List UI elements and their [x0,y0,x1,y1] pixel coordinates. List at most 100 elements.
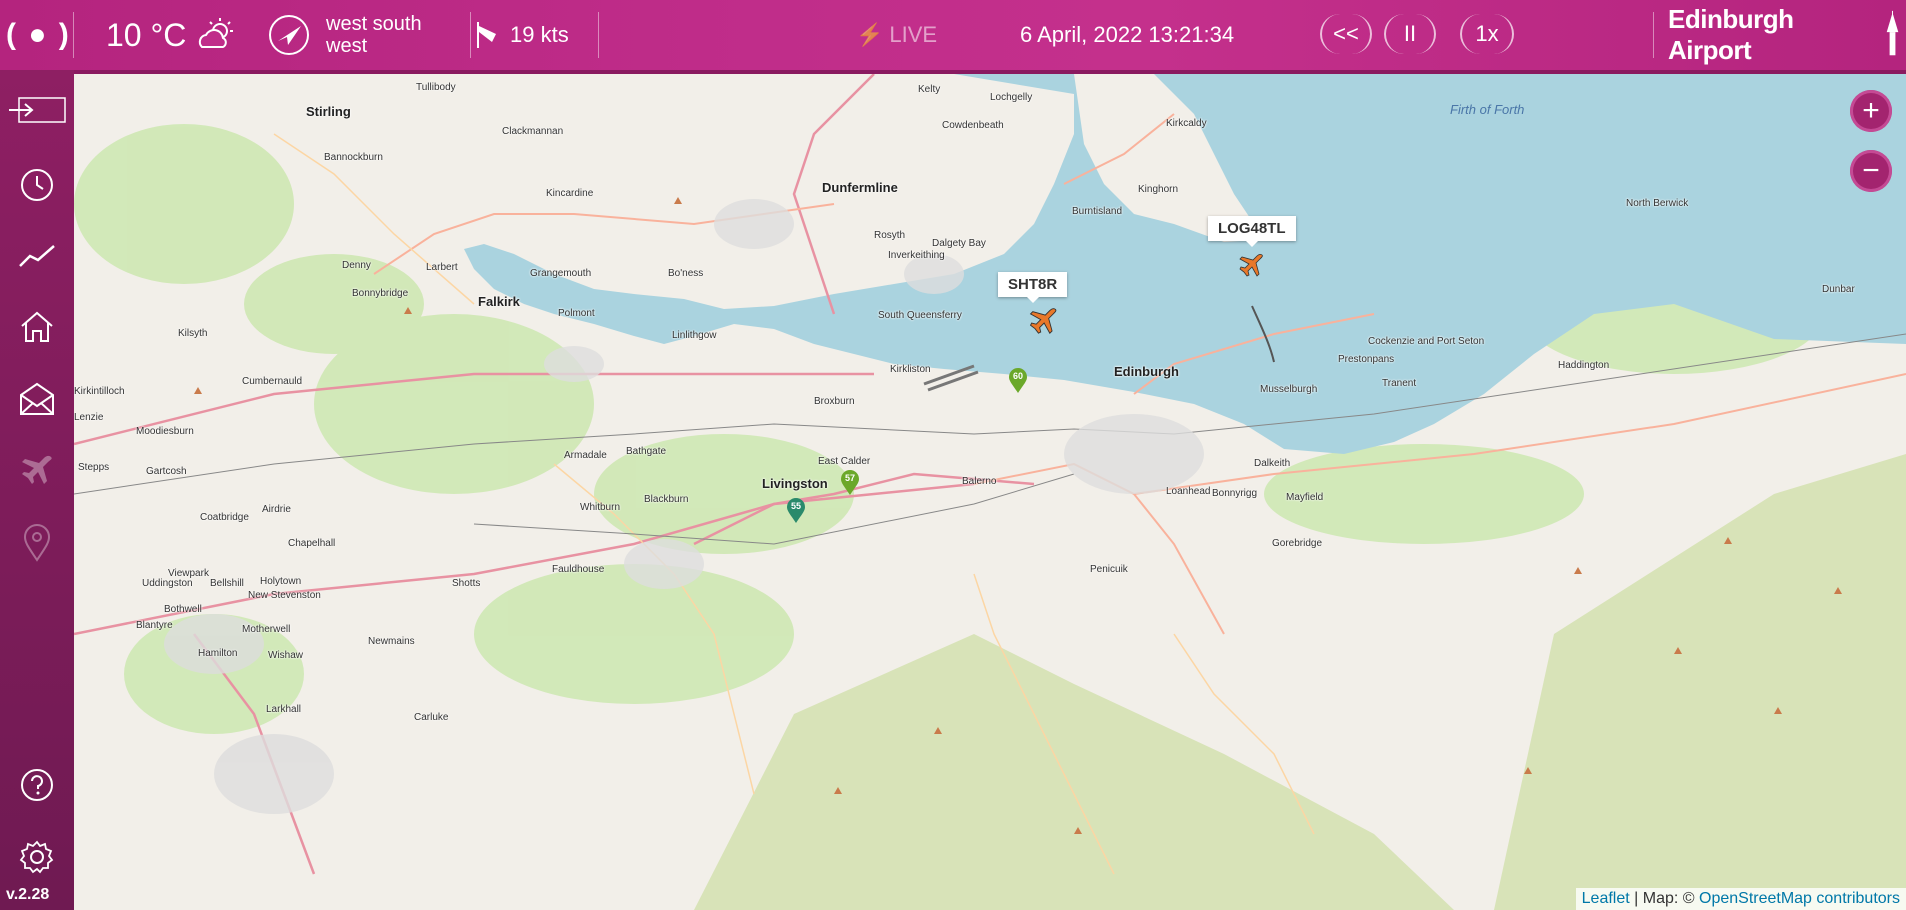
leaflet-link[interactable]: Leaflet [1582,890,1630,907]
map-attribution: Leaflet | Map: © OpenStreetMap contribut… [1575,888,1906,910]
place-label: Chapelhall [288,538,336,549]
place-label: Motherwell [242,624,291,635]
settings-button[interactable] [0,830,74,884]
place-label: Livingston [762,476,828,491]
attribution-separator: | Map: © [1629,890,1699,907]
playback-speed-button[interactable]: 1x [1460,14,1514,54]
place-label: Stepps [78,462,110,473]
divider [470,12,471,58]
map-view[interactable]: Firth of Forth Tullibody Stirling Kelty Loc… [74,74,1906,910]
history-button[interactable] [0,158,74,212]
place-label: Dalgety Bay [932,238,986,249]
place-label: Penicuik [1090,564,1128,575]
wind-direction-icon [268,0,310,70]
wind-speed: 19 kts [510,22,569,47]
help-button[interactable] [0,758,74,812]
place-label: North Berwick [1626,198,1689,209]
aircraft-icon[interactable] [1026,306,1060,340]
live-status-icon: ( ● ) [6,18,71,51]
place-label: Whitburn [580,502,621,513]
place-label: Fauldhouse [552,564,605,575]
pin-label: 55 [790,501,801,511]
live-label: LIVE [889,22,938,47]
location-button[interactable] [0,516,74,570]
noise-monitor-pin[interactable]: 57 [840,470,860,496]
place-label: Kirkintilloch [74,386,125,397]
place-label: Mayfield [1286,492,1324,503]
place-label: Dunbar [1822,284,1855,295]
place-label: Cowdenbeath [942,120,1004,131]
place-label: Lochgelly [990,92,1033,103]
place-label: Bonnybridge [352,288,409,299]
current-datetime: 6 April, 2022 13:21:34 [1020,22,1235,47]
zoom-out-button[interactable]: − [1850,150,1892,192]
flights-button[interactable] [0,444,74,498]
place-label: Clackmannan [502,126,564,137]
live-indicator[interactable]: ⚡ LIVE [856,0,937,70]
place-label: Gorebridge [1272,538,1323,549]
place-label: Newmains [368,636,415,647]
pin-label: 60 [1012,371,1023,381]
place-label: Kinghorn [1138,184,1179,195]
place-label: Haddington [1558,360,1610,371]
place-label: Bonnyrigg [1212,488,1258,499]
trends-button[interactable] [0,228,74,282]
place-label: Hamilton [198,648,238,659]
place-label: Shotts [452,578,481,589]
place-label: Linlithgow [672,330,717,341]
mail-button[interactable] [0,372,74,426]
place-label: Musselburgh [1260,384,1318,395]
place-label: Wishaw [268,650,304,661]
wind-direction-line2: west [326,35,368,57]
pin-label: 57 [844,473,855,483]
place-label: Bannockburn [324,152,383,163]
place-label: East Calder [818,456,871,467]
place-label: Kelty [918,84,941,95]
place-label: Coatbridge [200,512,249,523]
aircraft-icon[interactable] [1236,252,1266,282]
noise-monitor-pin[interactable]: 55 [786,498,806,524]
zoom-in-button[interactable]: + [1850,90,1892,132]
place-label: Airdrie [262,504,291,515]
osm-link[interactable]: OpenStreetMap contributors [1699,890,1900,907]
place-label: Tranent [1382,378,1417,389]
place-label: Dalkeith [1254,458,1291,469]
top-bar: ( ● ) 10 °C west south west 19 kts ⚡ LIV… [0,0,1906,74]
noise-monitor-pin[interactable]: 60 [1008,368,1028,394]
place-label: New Stevenston [248,590,321,601]
location-pin-icon [23,524,51,562]
home-button[interactable] [0,300,74,354]
place-label: Balerno [962,476,997,487]
app-version: v.2.28 [6,886,50,903]
place-label: Larkhall [266,704,302,715]
flight-label-sht8r[interactable]: SHT8R [998,272,1068,303]
home-icon [21,311,53,342]
place-label: Lenzie [74,412,104,423]
playback-speed-label: 1x [1475,21,1499,46]
flight-label-log48tl[interactable]: LOG48TL [1208,216,1296,247]
place-label: Prestonpans [1338,354,1395,365]
place-label: Bothwell [164,604,202,615]
place-label: Edinburgh [1114,364,1179,379]
pause-icon: II [1403,21,1417,46]
flights-plane-icon [22,455,52,484]
place-label: Blantyre [136,620,173,631]
place-label: Loanhead [1166,486,1211,497]
place-label: Dunfermline [822,180,898,195]
place-label: Stirling [306,104,351,119]
place-label: Denny [342,260,371,271]
place-label: Cockenzie and Port Seton [1368,336,1485,347]
place-label: Kirkliston [890,364,931,375]
login-button[interactable] [0,83,74,137]
rewind-button[interactable]: << [1320,14,1372,54]
place-label: Carluke [414,712,449,723]
place-label: Inverkeithing [888,250,945,261]
place-label: Tullibody [416,82,456,93]
place-label: Uddingston [142,578,193,589]
water-label: Firth of Forth [1450,102,1525,117]
pause-button[interactable]: II [1384,14,1436,54]
place-label: Polmont [558,308,595,319]
place-label: Cumbernauld [242,376,303,387]
place-label: Kirkcaldy [1166,118,1207,129]
divider [598,12,599,58]
